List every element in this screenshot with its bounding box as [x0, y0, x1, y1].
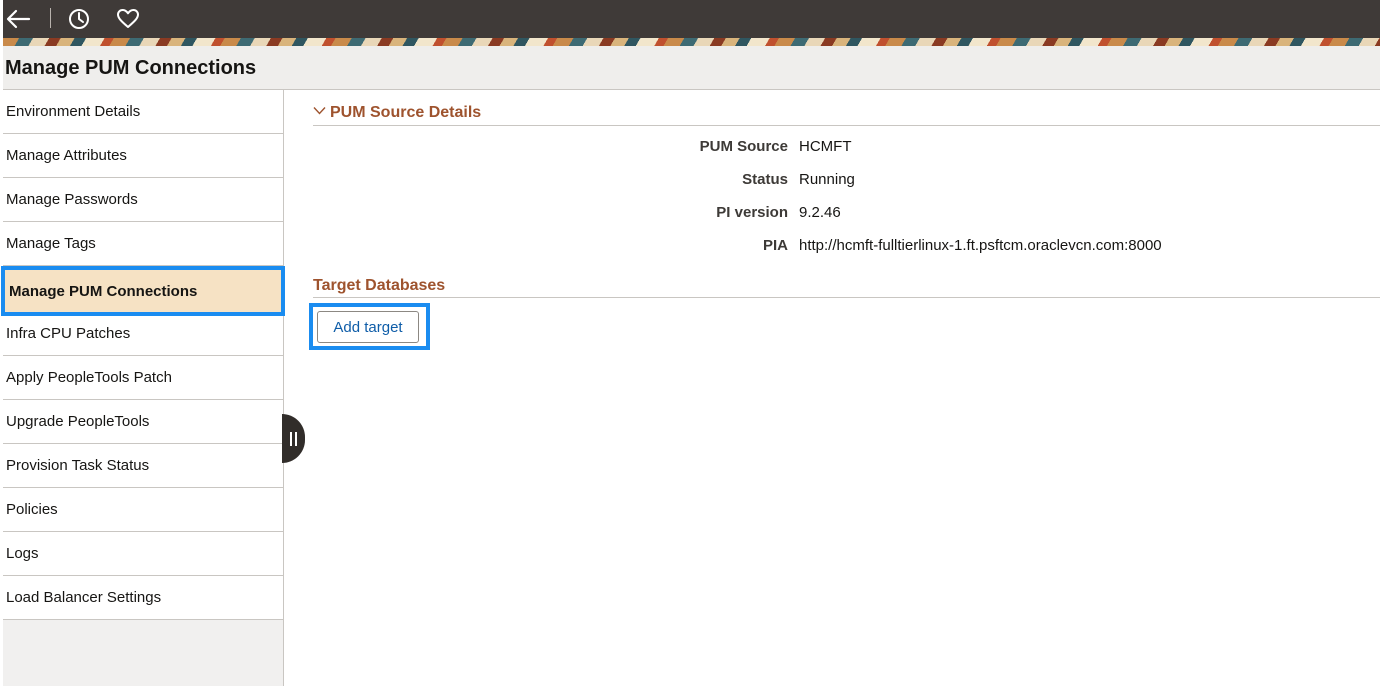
sidebar-item-label: Manage Tags [6, 235, 96, 252]
sidebar-collapse-handle[interactable] [282, 414, 305, 463]
field-value: http://hcmft-fulltierlinux-1.ft.psftcm.o… [799, 237, 1162, 254]
add-target-highlight: Add target [309, 303, 430, 350]
sidebar-item-label: Load Balancer Settings [6, 589, 162, 606]
grip-icon [295, 431, 297, 446]
sidebar-item-manage-tags[interactable]: Manage Tags [3, 222, 283, 266]
field-label: PI version [716, 204, 788, 221]
sidebar-item-label: Policies [6, 501, 58, 518]
heart-icon[interactable] [115, 6, 141, 32]
sidebar-item-label: Manage Passwords [6, 191, 138, 208]
sidebar-item-provision-task-status[interactable]: Provision Task Status [3, 444, 283, 488]
sidebar-item-manage-attributes[interactable]: Manage Attributes [3, 134, 283, 178]
field-label: PIA [762, 237, 788, 254]
sidebar-item-label: Apply PeopleTools Patch [6, 369, 172, 386]
page-title-bar: Manage PUM Connections [3, 46, 1380, 90]
field-row-pia: PIA http://hcmft-fulltierlinux-1.ft.psft… [313, 237, 1380, 257]
sidebar-item-label: Environment Details [6, 103, 141, 120]
sidebar-item-label: Manage Attributes [6, 147, 127, 164]
sidebar-item-logs[interactable]: Logs [3, 532, 283, 576]
field-value: HCMFT [799, 138, 852, 155]
field-label: PUM Source [699, 138, 788, 155]
sidebar-item-label: Infra CPU Patches [6, 325, 131, 342]
sidebar-item-label: Upgrade PeopleTools [6, 413, 150, 430]
chevron-down-icon [313, 107, 326, 115]
field-value: 9.2.46 [799, 204, 841, 221]
field-row-pum-source: PUM Source HCMFT [313, 138, 1380, 158]
field-label: Status [742, 171, 788, 188]
pum-source-heading: PUM Source Details [330, 104, 482, 121]
sidebar-item-label: Logs [6, 545, 39, 562]
sidebar-item-load-balancer-settings[interactable]: Load Balancer Settings [3, 576, 283, 620]
sidebar-list: Environment Details Manage Attributes Ma… [1, 90, 285, 620]
sidebar-item-upgrade-peopletools[interactable]: Upgrade PeopleTools [3, 400, 283, 444]
top-toolbar [3, 0, 1380, 38]
pum-source-section-header[interactable]: PUM Source Details [313, 104, 1380, 126]
sidebar-item-environment-details[interactable]: Environment Details [3, 90, 283, 134]
field-value: Running [799, 171, 855, 188]
target-databases-heading: Target Databases [313, 277, 446, 294]
grip-icon [290, 431, 292, 446]
sidebar-item-manage-passwords[interactable]: Manage Passwords [3, 178, 283, 222]
sidebar-item-label: Provision Task Status [6, 457, 150, 474]
target-databases-section-header: Target Databases [313, 277, 1380, 298]
decorative-banner [3, 38, 1380, 46]
add-target-button[interactable]: Add target [317, 311, 419, 343]
sidebar-item-infra-cpu-patches[interactable]: Infra CPU Patches [3, 312, 283, 356]
toolbar-divider [50, 8, 51, 28]
active-item-highlight: Manage PUM Connections [1, 266, 285, 316]
sidebar-nav: Environment Details Manage Attributes Ma… [1, 90, 285, 686]
field-row-status: Status Running [313, 171, 1380, 191]
sidebar-item-manage-pum-connections[interactable]: Manage PUM Connections [1, 266, 285, 316]
sidebar-item-policies[interactable]: Policies [3, 488, 283, 532]
sidebar-item-label: Manage PUM Connections [9, 282, 198, 300]
back-arrow-icon[interactable] [5, 6, 31, 32]
field-row-pi-version: PI version 9.2.46 [313, 204, 1380, 224]
clock-icon[interactable] [66, 6, 92, 32]
sidebar-item-apply-peopletools-patch[interactable]: Apply PeopleTools Patch [3, 356, 283, 400]
page-title: Manage PUM Connections [5, 57, 257, 79]
